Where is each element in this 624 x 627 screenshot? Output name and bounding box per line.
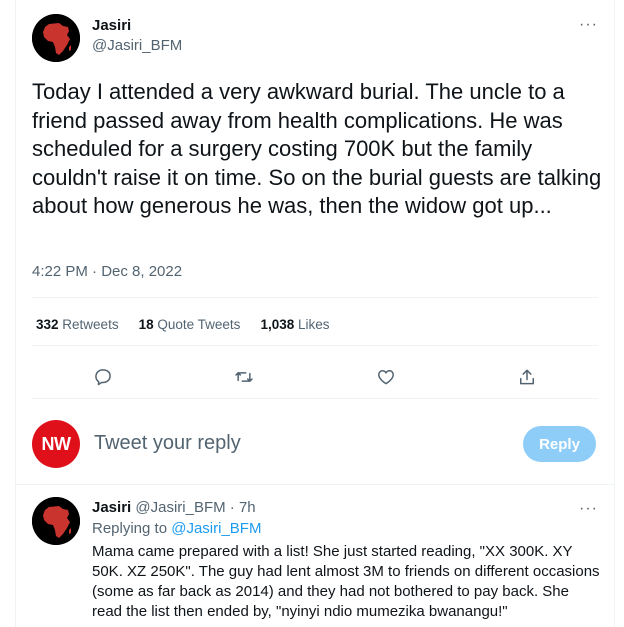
reply-submit-button[interactable]: Reply xyxy=(523,426,596,462)
retweets-stat[interactable]: 332 Retweets xyxy=(36,317,119,332)
like-button[interactable] xyxy=(369,360,403,394)
author-name[interactable]: Jasiri xyxy=(92,17,182,34)
divider xyxy=(32,297,598,298)
reply-header: Jasiri @Jasiri_BFM · 7h xyxy=(92,499,256,516)
reply-author-name[interactable]: Jasiri xyxy=(92,499,131,516)
retweet-button[interactable] xyxy=(227,360,261,394)
tweet-text: Today I attended a very awkward burial. … xyxy=(32,79,602,219)
reply-author-handle[interactable]: @Jasiri_BFM xyxy=(135,499,225,516)
divider xyxy=(32,398,598,399)
africa-map-icon xyxy=(32,497,80,545)
reply-input[interactable]: Tweet your reply xyxy=(94,432,241,455)
tweet-timestamp[interactable]: 4:22 PM · Dec 8, 2022 xyxy=(32,263,182,280)
africa-map-icon xyxy=(32,14,80,62)
reply-time[interactable]: · 7h xyxy=(230,499,256,516)
reply-author-avatar[interactable] xyxy=(32,497,80,545)
quote-tweets-stat[interactable]: 18 Quote Tweets xyxy=(139,317,241,332)
retweet-icon xyxy=(235,372,253,382)
likes-stat[interactable]: 1,038 Likes xyxy=(260,317,329,332)
more-options-icon[interactable]: ··· xyxy=(579,16,598,34)
author-handle[interactable]: @Jasiri_BFM xyxy=(92,37,182,54)
replying-to: Replying to @Jasiri_BFM xyxy=(92,520,262,537)
divider xyxy=(32,345,598,346)
action-bar xyxy=(32,360,598,394)
replying-to-link[interactable]: @Jasiri_BFM xyxy=(171,520,261,537)
divider xyxy=(15,484,615,485)
reply-icon xyxy=(94,369,111,386)
like-icon xyxy=(377,370,394,385)
reply-text: Mama came prepared with a list! She just… xyxy=(92,543,600,620)
share-icon xyxy=(520,369,535,385)
author-avatar[interactable] xyxy=(32,14,80,62)
reply-more-options-icon[interactable]: ··· xyxy=(579,500,598,518)
engagement-stats: 332 Retweets 18 Quote Tweets 1,038 Likes xyxy=(36,317,330,332)
share-button[interactable] xyxy=(510,360,544,394)
user-avatar[interactable]: NW xyxy=(32,420,80,468)
reply-button[interactable] xyxy=(86,360,120,394)
